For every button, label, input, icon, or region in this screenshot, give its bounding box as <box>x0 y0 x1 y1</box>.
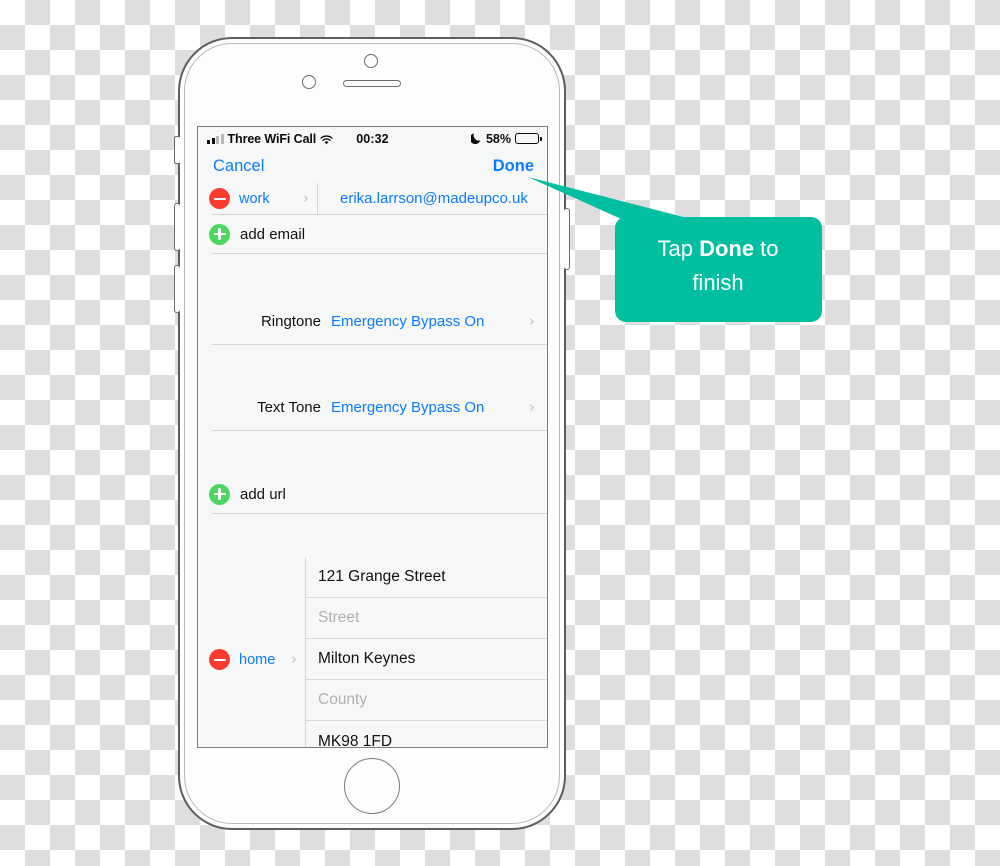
ringtone-value[interactable]: Emergency Bypass On <box>321 313 529 330</box>
home-button[interactable] <box>344 758 400 814</box>
address-block: home › 121 Grange Street Street Milton K… <box>198 557 547 748</box>
chevron-right-icon: › <box>291 650 297 668</box>
address-label[interactable]: home <box>239 652 275 668</box>
section-gap <box>198 431 547 475</box>
battery-icon <box>515 133 542 144</box>
cancel-button[interactable]: Cancel <box>213 157 264 176</box>
address-postcode-field[interactable]: MK98 1FD <box>306 721 547 748</box>
address-city-field[interactable]: Milton Keynes <box>306 639 547 680</box>
add-url-label[interactable]: add url <box>240 486 286 503</box>
plus-circle-icon[interactable] <box>209 223 230 245</box>
section-gap <box>198 254 547 298</box>
email-value[interactable]: erika.larrson@madeupco.uk <box>326 190 528 207</box>
section-gap <box>198 514 547 557</box>
minus-circle-icon[interactable] <box>209 649 230 670</box>
address-street1-field[interactable]: 121 Grange Street <box>306 557 547 598</box>
add-url-row[interactable]: add url <box>198 475 547 513</box>
speaker-grille <box>343 80 401 87</box>
volume-down-button[interactable] <box>174 265 180 313</box>
text-tone-value[interactable]: Emergency Bypass On <box>321 399 529 416</box>
callout-line2: finish <box>692 270 744 295</box>
row-divider <box>317 183 318 214</box>
minus-circle-icon[interactable] <box>209 188 230 209</box>
volume-up-button[interactable] <box>174 203 180 251</box>
screenshot-stage: Three WiFi Call 00:32 58% Cancel Done wo… <box>0 0 1000 866</box>
ringtone-label: Ringtone <box>260 312 321 330</box>
ringtone-row[interactable]: Ringtone Emergency Bypass On › <box>198 298 547 344</box>
proximity-sensor-icon <box>302 75 316 89</box>
callout-text: Tap Done to finish <box>620 232 816 300</box>
mute-switch[interactable] <box>174 136 180 164</box>
section-gap <box>198 345 547 384</box>
chevron-right-icon: › <box>303 189 309 207</box>
add-email-label[interactable]: add email <box>240 226 305 243</box>
status-bar-right: 58% <box>469 131 542 146</box>
email-row[interactable]: work › erika.larrson@madeupco.uk <box>198 183 547 214</box>
callout-line1-post: to <box>754 236 779 261</box>
battery-percent-label: 58% <box>485 131 511 146</box>
text-tone-row[interactable]: Text Tone Emergency Bypass On › <box>198 384 547 430</box>
address-county-field[interactable]: County <box>306 680 547 721</box>
email-label[interactable]: work <box>239 191 270 207</box>
plus-circle-icon[interactable] <box>209 483 230 505</box>
phone-screen: Three WiFi Call 00:32 58% Cancel Done wo… <box>197 126 548 748</box>
status-bar: Three WiFi Call 00:32 58% <box>198 127 547 150</box>
email-row-label-group[interactable]: work › <box>209 188 309 209</box>
chevron-right-icon: › <box>529 397 535 416</box>
address-label-group[interactable]: home › <box>198 557 305 747</box>
add-email-row[interactable]: add email <box>198 215 547 253</box>
navigation-bar: Cancel Done <box>198 150 547 183</box>
front-camera-icon <box>364 54 378 68</box>
callout-line1-bold: Done <box>699 236 755 261</box>
callout-line1-pre: Tap <box>657 236 700 261</box>
text-tone-label: Text Tone <box>257 398 321 416</box>
address-street2-field[interactable]: Street <box>306 598 547 639</box>
address-fields: 121 Grange Street Street Milton Keynes C… <box>305 557 547 748</box>
moon-do-not-disturb-icon <box>469 132 482 146</box>
